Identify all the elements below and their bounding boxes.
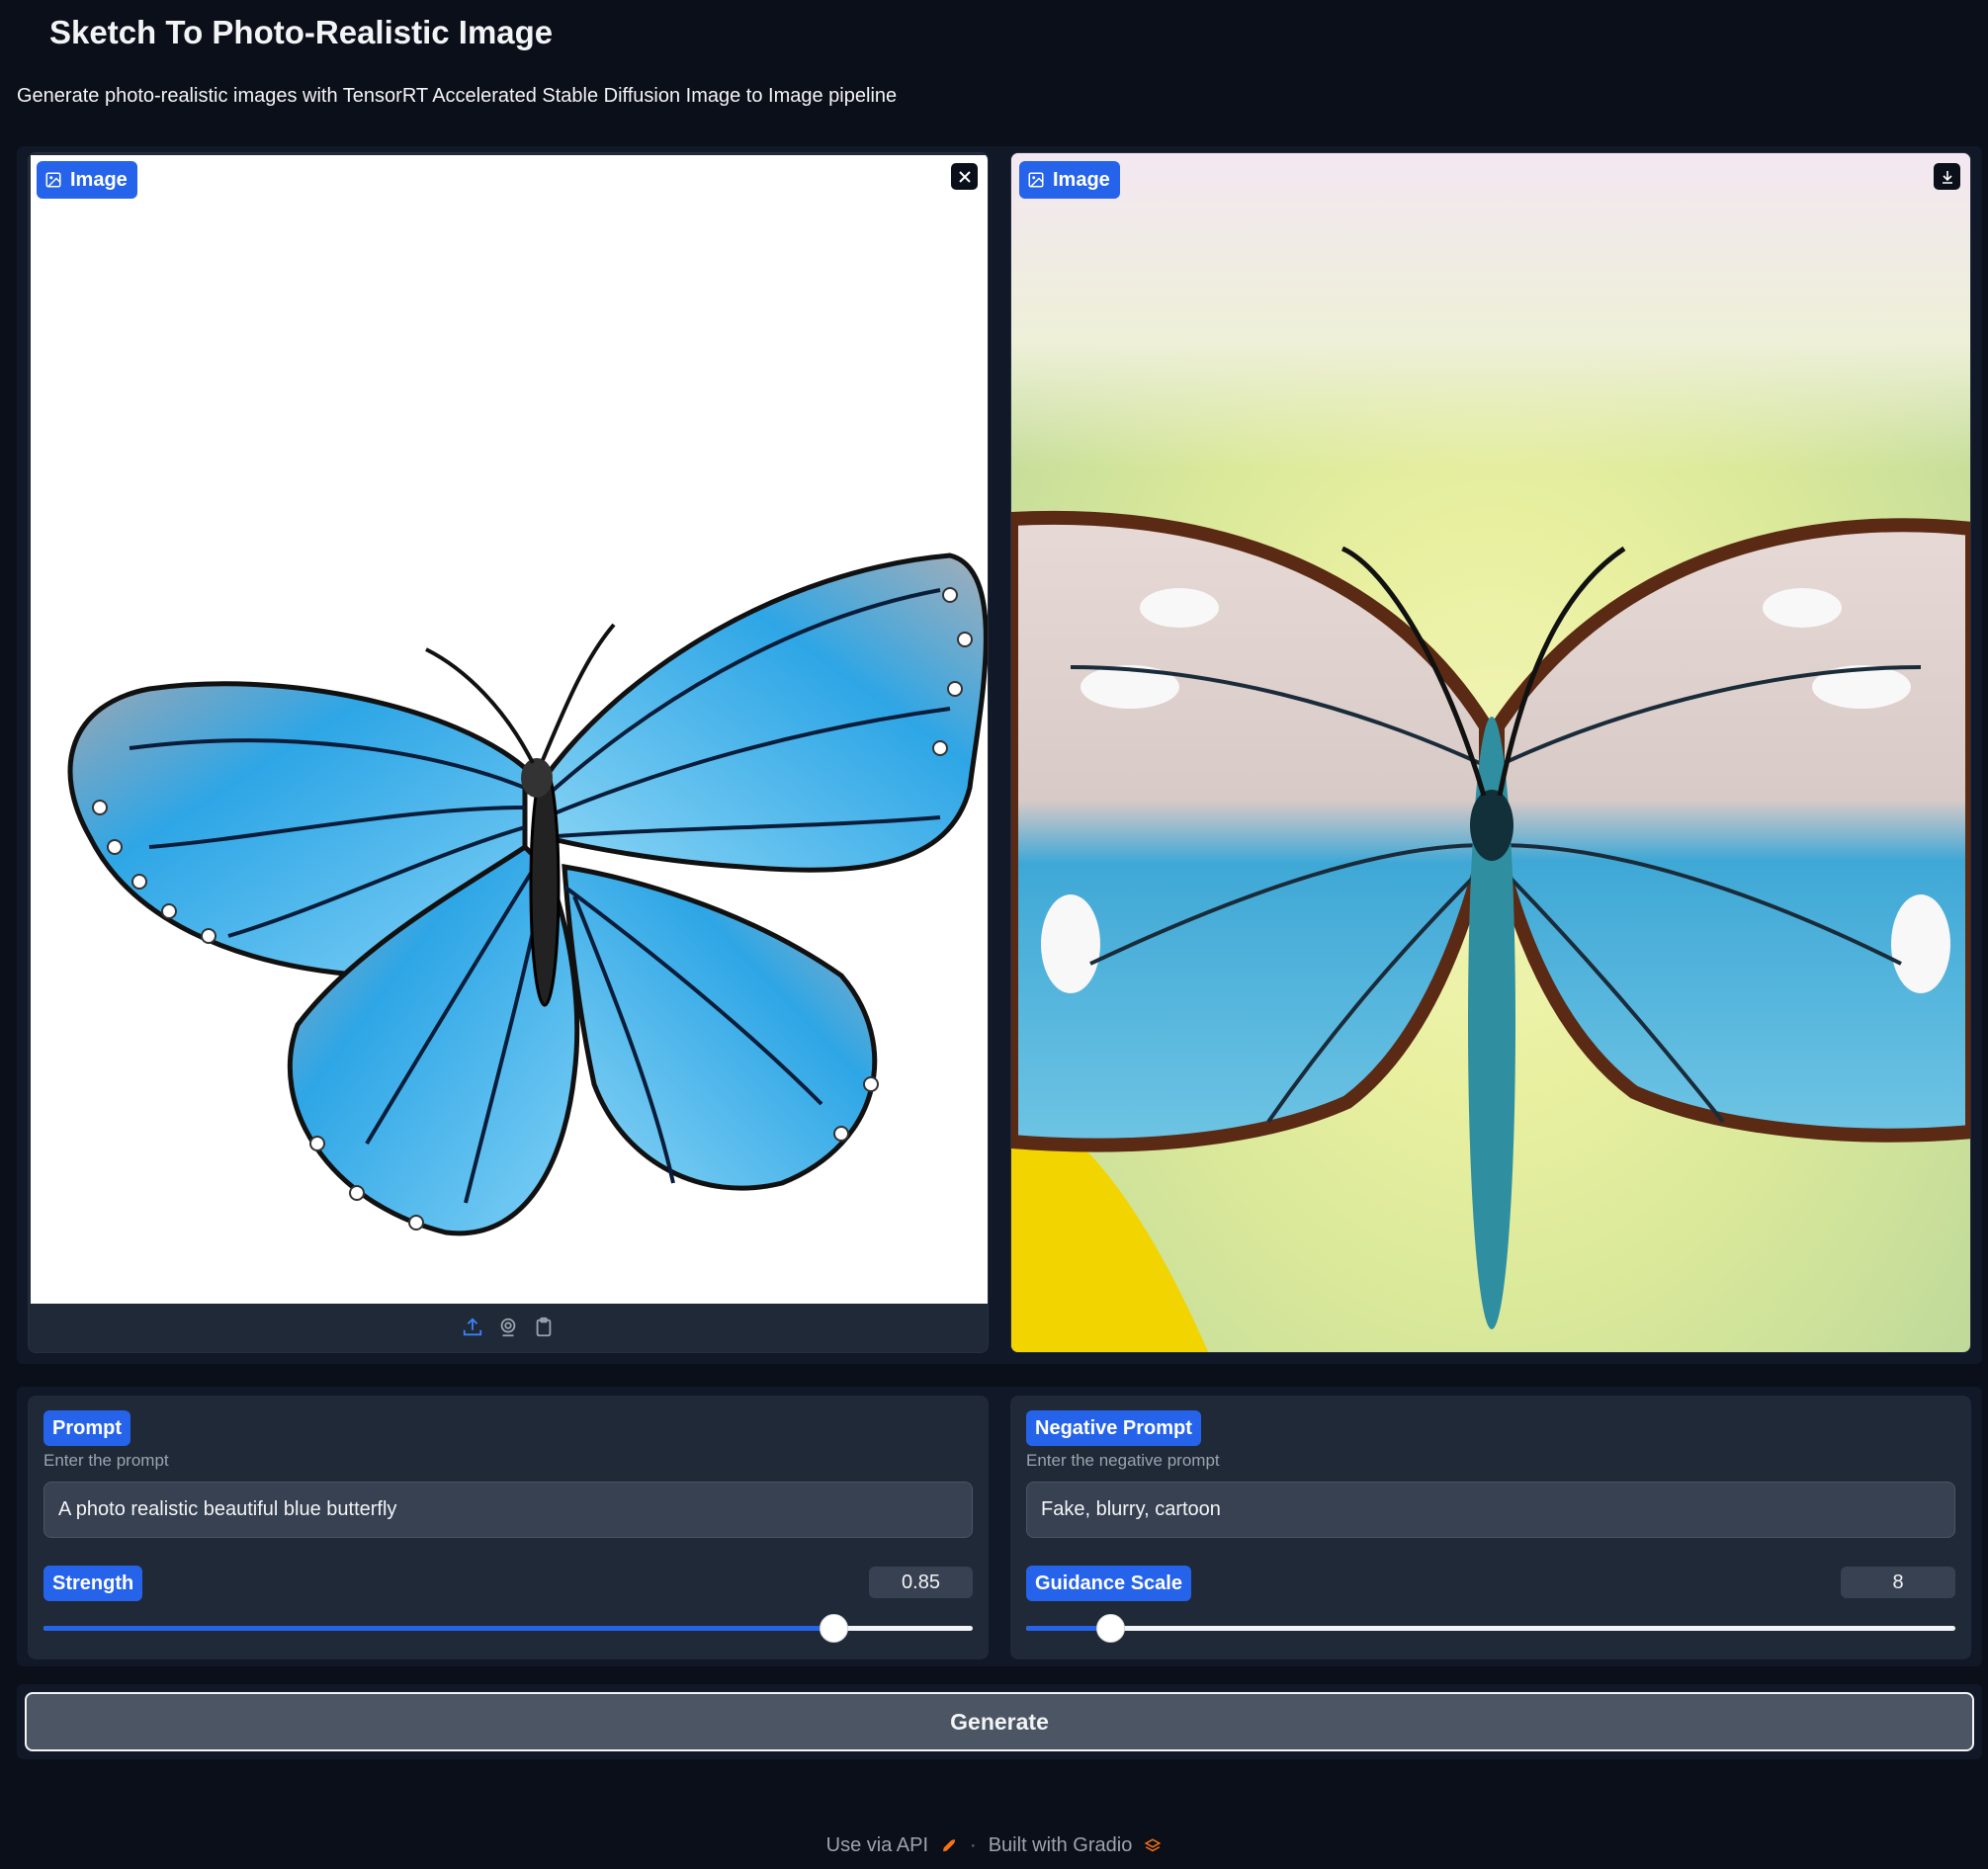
footer-separator: · <box>970 1834 977 1856</box>
image-icon <box>1028 172 1044 188</box>
rocket-icon <box>943 1838 956 1851</box>
output-photo-canvas <box>1011 153 1970 1352</box>
generate-button[interactable]: Generate <box>25 1692 1974 1751</box>
prompt-label: Prompt <box>43 1410 130 1446</box>
prompt-input[interactable]: A photo realistic beautiful blue butterf… <box>43 1482 973 1538</box>
clear-image-button[interactable] <box>951 163 978 190</box>
prompt-hint: Enter the prompt <box>43 1451 169 1470</box>
download-icon <box>1942 170 1952 184</box>
strength-slider-thumb[interactable] <box>820 1614 848 1643</box>
built-with-gradio-link[interactable]: Built with Gradio <box>989 1834 1133 1857</box>
strength-slider-fill <box>43 1626 833 1631</box>
gradio-logo-icon <box>1145 1837 1162 1851</box>
negative-prompt-label: Negative Prompt <box>1026 1410 1201 1446</box>
input-image-panel[interactable]: Image <box>28 152 989 1353</box>
input-image-label-text: Image <box>70 168 128 191</box>
butterfly-photo-image <box>1011 510 1970 1352</box>
page-title: Sketch To Photo-Realistic Image <box>49 14 554 50</box>
image-icon <box>45 172 61 188</box>
output-image-label-text: Image <box>1053 168 1110 191</box>
webcam-icon[interactable] <box>497 1317 519 1338</box>
negative-prompt-hint: Enter the negative prompt <box>1026 1451 1220 1470</box>
close-icon <box>958 170 971 183</box>
guidance-scale-label: Guidance Scale <box>1026 1566 1191 1601</box>
input-sketch-canvas[interactable] <box>31 155 988 1304</box>
guidance-scale-slider-thumb[interactable] <box>1096 1614 1125 1643</box>
footer: Use via API · Built with Gradio <box>0 1834 1988 1857</box>
clipboard-icon[interactable] <box>533 1317 555 1338</box>
output-image-label: Image <box>1019 161 1120 199</box>
prompt-block: Prompt Enter the prompt A photo realisti… <box>28 1396 989 1659</box>
use-via-api-link[interactable]: Use via API <box>826 1834 928 1857</box>
image-source-toolbar <box>29 1302 988 1352</box>
guidance-scale-slider[interactable] <box>1026 1614 1955 1643</box>
guidance-scale-number-input[interactable]: 8 <box>1841 1567 1955 1598</box>
upload-icon[interactable] <box>462 1317 483 1338</box>
input-image-label: Image <box>37 161 137 199</box>
page-subtitle: Generate photo-realistic images with Ten… <box>17 85 898 107</box>
download-button[interactable] <box>1934 163 1960 190</box>
strength-slider[interactable] <box>43 1614 973 1643</box>
strength-number-input[interactable]: 0.85 <box>869 1567 973 1598</box>
butterfly-sketch-image <box>67 552 988 1236</box>
output-image-panel: Image <box>1010 152 1971 1353</box>
strength-label: Strength <box>43 1566 143 1601</box>
negative-prompt-block: Negative Prompt Enter the negative promp… <box>1010 1396 1971 1659</box>
negative-prompt-input[interactable]: Fake, blurry, cartoon <box>1026 1482 1955 1538</box>
